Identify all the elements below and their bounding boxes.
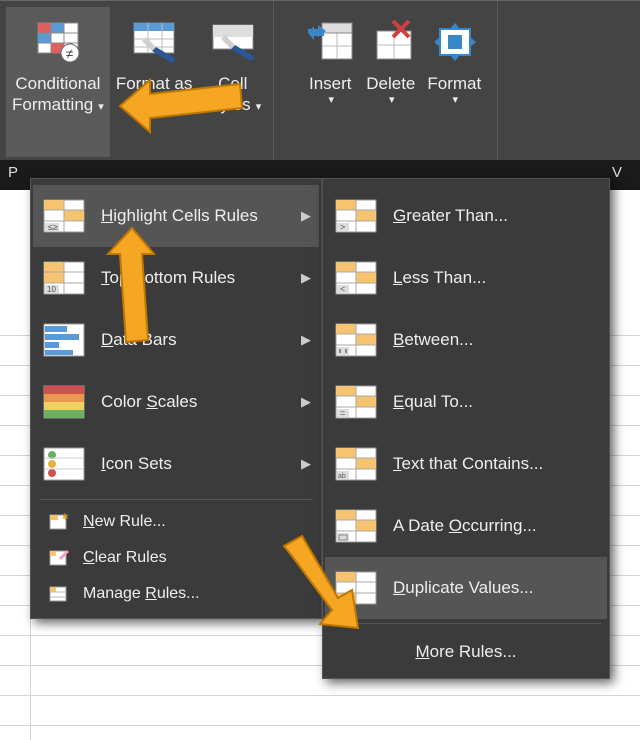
menu-icon-sets[interactable]: Icon Sets ▶ <box>33 433 319 495</box>
label: Format <box>427 73 481 94</box>
new-rule-icon: ✶ <box>49 512 69 532</box>
menu-date-occurring[interactable]: A Date Occurring... <box>325 495 607 557</box>
label: Format as <box>116 73 193 94</box>
menu-manage-rules[interactable]: Manage Rules... <box>33 576 319 612</box>
conditional-formatting-menu: ≤≥ Highlight Cells Rules ▶ 10 Top/Bottom… <box>30 178 322 619</box>
greater-than-icon: > <box>335 199 377 233</box>
ribbon-group-cells: Insert ▾ Delete ▾ Format ▾ <box>274 1 498 160</box>
label: Manage Rules... <box>83 585 200 603</box>
chevron-down-icon: ▾ <box>328 94 334 108</box>
svg-text:<: < <box>340 284 345 294</box>
between-icon <box>335 323 377 357</box>
equal-to-icon: = <box>335 385 377 419</box>
label: More Rules... <box>415 642 516 661</box>
svg-text:✶: ✶ <box>60 512 69 524</box>
label: Cell <box>218 73 247 94</box>
label: Delete <box>366 73 415 94</box>
menu-data-bars[interactable]: Data Bars ▶ <box>33 309 319 371</box>
label: Icon Sets <box>101 454 172 474</box>
menu-highlight-cells-rules[interactable]: ≤≥ Highlight Cells Rules ▶ <box>33 185 319 247</box>
table-icon <box>130 17 178 65</box>
label: A Date Occurring... <box>393 516 537 536</box>
label: Formatting ▾ <box>12 94 104 115</box>
svg-text:10: 10 <box>47 285 56 294</box>
label: Color Scales <box>101 392 197 412</box>
manage-rules-icon <box>49 584 69 604</box>
submenu-arrow-icon: ▶ <box>301 332 311 348</box>
menu-clear-rules[interactable]: Clear Rules ▶ <box>33 540 319 576</box>
menu-more-rules[interactable]: More Rules... <box>325 628 607 672</box>
label: Table ▾ <box>128 94 179 115</box>
delete-button[interactable]: Delete ▾ <box>360 7 421 157</box>
menu-new-rule[interactable]: ✶ New Rule... <box>33 504 319 540</box>
menu-equal-to[interactable]: = Equal To... <box>325 371 607 433</box>
svg-text:ab: ab <box>338 473 346 480</box>
clear-rules-icon <box>49 548 69 568</box>
label: Insert <box>309 73 352 94</box>
submenu-arrow-icon: ▶ <box>301 208 311 224</box>
label: Equal To... <box>393 392 473 412</box>
text-contains-icon: ab <box>335 447 377 481</box>
duplicate-values-icon <box>335 571 377 605</box>
label: Text that Contains... <box>393 454 543 474</box>
label: Clear Rules <box>83 549 167 567</box>
icon-sets-icon <box>43 447 85 481</box>
separator <box>39 499 313 500</box>
label: Highlight Cells Rules <box>101 206 258 226</box>
insert-button[interactable]: Insert ▾ <box>300 7 360 157</box>
less-than-icon: < <box>335 261 377 295</box>
label: Data Bars <box>101 330 177 350</box>
format-cells-icon <box>430 17 478 65</box>
svg-text:=: = <box>340 408 345 418</box>
label: Styles ▾ <box>204 94 261 115</box>
chevron-down-icon: ▾ <box>453 94 459 108</box>
menu-between[interactable]: Between... <box>325 309 607 371</box>
conditional-formatting-button[interactable]: ≠ Conditional Formatting ▾ <box>6 7 110 157</box>
menu-text-contains[interactable]: ab Text that Contains... <box>325 433 607 495</box>
label: Less Than... <box>393 268 486 288</box>
submenu-arrow-icon: ▶ <box>299 550 309 566</box>
svg-text:≤≥: ≤≥ <box>48 222 58 232</box>
label: Conditional <box>15 73 100 94</box>
submenu-arrow-icon: ▶ <box>301 270 311 286</box>
color-scales-icon <box>43 385 85 419</box>
submenu-arrow-icon: ▶ <box>301 394 311 410</box>
data-bars-icon <box>43 323 85 357</box>
ribbon-group-styles: ≠ Conditional Formatting ▾ Format as Tab… <box>0 1 274 160</box>
menu-duplicate-values[interactable]: Duplicate Values... <box>325 557 607 619</box>
label: New Rule... <box>83 513 166 531</box>
label: Duplicate Values... <box>393 578 534 598</box>
label: Top/Bottom Rules <box>101 268 235 288</box>
label: Between... <box>393 330 473 350</box>
label: Greater Than... <box>393 206 508 226</box>
menu-color-scales[interactable]: Color Scales ▶ <box>33 371 319 433</box>
cell-styles-icon <box>209 17 257 65</box>
separator <box>331 623 601 624</box>
svg-text:≠: ≠ <box>66 46 73 61</box>
submenu-arrow-icon: ▶ <box>301 456 311 472</box>
chevron-down-icon: ▾ <box>389 94 395 108</box>
date-icon <box>335 509 377 543</box>
cell-styles-button[interactable]: Cell Styles ▾ <box>198 7 267 157</box>
menu-greater-than[interactable]: > Greater Than... <box>325 185 607 247</box>
format-button[interactable]: Format ▾ <box>421 7 487 157</box>
menu-top-bottom-rules[interactable]: 10 Top/Bottom Rules ▶ <box>33 247 319 309</box>
ribbon: ≠ Conditional Formatting ▾ Format as Tab… <box>0 0 640 160</box>
menu-less-than[interactable]: < Less Than... <box>325 247 607 309</box>
highlight-cells-icon: ≤≥ <box>43 199 85 233</box>
delete-cells-icon <box>367 17 415 65</box>
highlight-cells-submenu: > Greater Than... < Less Than... Between… <box>322 178 610 679</box>
format-as-table-button[interactable]: Format as Table ▾ <box>110 7 199 157</box>
svg-text:>: > <box>340 222 345 232</box>
insert-cells-icon <box>306 17 354 65</box>
conditional-formatting-icon: ≠ <box>34 17 82 65</box>
top-bottom-icon: 10 <box>43 261 85 295</box>
